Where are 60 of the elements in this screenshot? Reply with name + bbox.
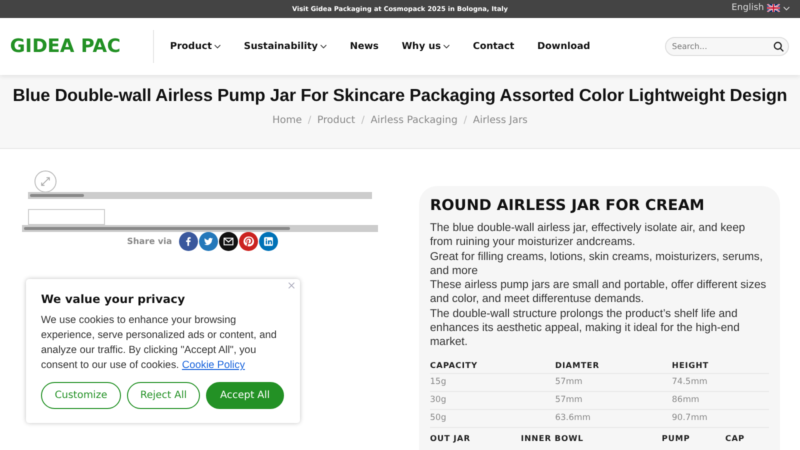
table-cell: 86mm xyxy=(672,391,769,410)
nav-link[interactable]: Download xyxy=(537,41,590,52)
page-title: Blue Double-wall Airless Pump Jar For Skincare Packaging Assorted Color Lightweight Design xyxy=(12,84,788,106)
pinterest-icon xyxy=(243,236,254,247)
nav-link[interactable]: Why us xyxy=(402,41,450,52)
accept-button[interactable]: Accept All xyxy=(206,382,284,409)
breadcrumb-separator: / xyxy=(464,115,467,126)
product-heading: ROUND AIRLESS JAR FOR CREAM xyxy=(430,196,706,214)
description-text: These airless pump jars are small and portable, offer different sizes and color, and meet differentuse demands. xyxy=(430,278,768,307)
column-header: DIAMTER xyxy=(555,358,672,374)
facebook-button[interactable] xyxy=(179,232,198,251)
cookie-button[interactable]: Reject All xyxy=(127,382,200,409)
column-header: CAP xyxy=(725,432,746,445)
logo[interactable]: GIDEA PAC xyxy=(10,30,154,63)
table-cell: 50g xyxy=(430,409,556,428)
pinterest-button[interactable] xyxy=(239,232,258,251)
table-cell: 74.5mm xyxy=(672,373,769,392)
uk-flag-icon xyxy=(767,4,780,12)
search-field[interactable]: Search... xyxy=(665,37,789,56)
cookie-title: We value your privacy xyxy=(41,292,186,306)
column-header: OUT JAR xyxy=(430,432,472,445)
search-icon[interactable] xyxy=(773,41,784,52)
nav-link[interactable]: Product xyxy=(170,41,221,52)
table-cell: 57mm xyxy=(555,391,672,410)
table-cell: 15g xyxy=(430,373,556,392)
linkedin-button[interactable] xyxy=(259,232,278,251)
breadcrumb-link[interactable]: Home xyxy=(272,115,302,126)
cookie-policy-link[interactable]: Cookie Policy xyxy=(182,360,245,371)
email-button[interactable] xyxy=(219,232,238,251)
description-text: Great for filling creams, lotions, skin creams, moisturizers, serums, and more xyxy=(430,250,764,278)
linkedin-icon xyxy=(263,236,274,247)
description-text: The blue double-wall airless jar, effectively isolate air, and keep from ruining your moisturizer andcreams. xyxy=(430,221,746,250)
language-selector[interactable]: English xyxy=(732,3,790,13)
breadcrumb-link[interactable]: Product xyxy=(317,115,356,126)
envelope-icon xyxy=(223,236,234,247)
table-cell: 63.6mm xyxy=(555,409,672,428)
thumbnail-frame[interactable] xyxy=(28,209,105,225)
column-header: PUMP xyxy=(662,432,691,445)
column-header: INNER BOWL xyxy=(520,430,662,446)
scrollbar[interactable] xyxy=(22,225,378,232)
breadcrumb-separator: / xyxy=(308,115,312,126)
nav-link[interactable]: Sustainability xyxy=(244,41,327,52)
cookie-text: We use cookies to enhance your browsing experience, serve personalized ads or content, and analyze our traffic. By clicking "Accept All", you consent to our use of cookies. Cookie Policy xyxy=(41,314,278,373)
breadcrumb-link[interactable]: Airless Packaging xyxy=(370,115,458,126)
column-header: CAPACITY xyxy=(430,358,556,374)
chevron-down-icon xyxy=(783,6,790,10)
nav-link[interactable]: Contact xyxy=(472,41,514,52)
breadcrumb-separator: / xyxy=(361,115,365,126)
table-cell: 90.7mm xyxy=(672,409,769,428)
nav-link[interactable]: News xyxy=(350,41,379,52)
twitter-button[interactable] xyxy=(199,232,218,251)
share-label: Share via xyxy=(127,236,172,246)
table-cell: 30g xyxy=(430,391,556,410)
breadcrumb-link[interactable]: Airless Jars xyxy=(472,115,528,126)
cookie-button[interactable]: Customize xyxy=(41,382,121,409)
column-header: HEIGHT xyxy=(672,358,769,374)
scrollbar[interactable] xyxy=(28,192,372,199)
description-text: The double-wall structure prolongs the product’s shelf life and enhances its aesthetic appeal, making it ideal for the high-end market. xyxy=(430,306,741,350)
bird-icon xyxy=(203,236,214,247)
table-cell: 57mm xyxy=(555,373,672,392)
